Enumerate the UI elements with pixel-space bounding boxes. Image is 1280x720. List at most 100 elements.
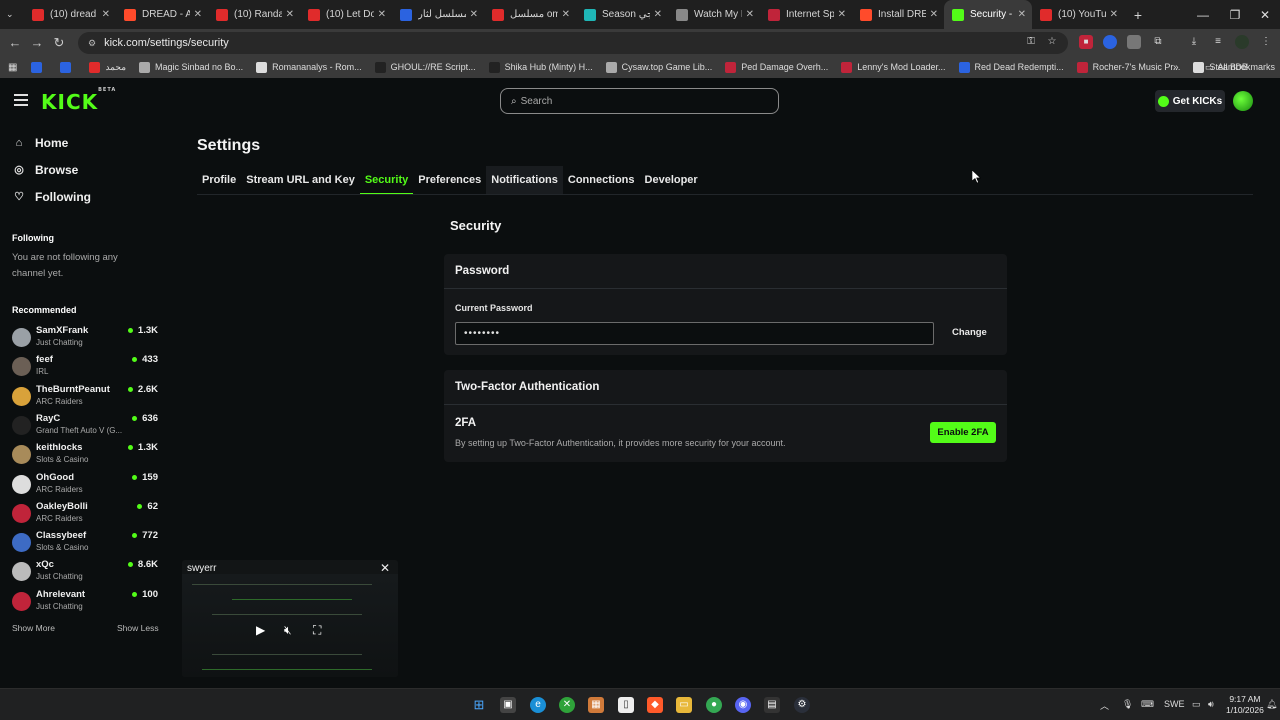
start-icon[interactable]: ⊞: [471, 697, 487, 713]
tab-notifications[interactable]: Notifications: [486, 166, 563, 194]
kick-logo[interactable]: KICKBETA: [41, 87, 116, 114]
language-indicator[interactable]: SWE: [1164, 699, 1185, 709]
site-info-icon[interactable]: ⚙: [88, 38, 96, 49]
close-tab-icon[interactable]: ✕: [1110, 9, 1118, 20]
browser-tab[interactable]: مسلسل لثأر ✕: [392, 0, 484, 29]
play-icon[interactable]: ▶: [256, 623, 265, 637]
steam-icon[interactable]: ⚙: [794, 697, 810, 713]
back-button[interactable]: ←: [4, 35, 26, 50]
search-input[interactable]: [520, 95, 761, 107]
tab-connections[interactable]: Connections: [563, 166, 640, 194]
bookmark-item[interactable]: Cysaw.top Game Lib...: [605, 61, 712, 73]
recommended-channel[interactable]: xQc Just Chatting 8.6K: [0, 557, 170, 586]
discord-icon[interactable]: ◉: [735, 697, 751, 713]
sidebar-item-following[interactable]: ♡ Following: [0, 183, 170, 210]
edge-icon[interactable]: e: [530, 697, 546, 713]
profile-avatar-icon[interactable]: [1235, 35, 1249, 49]
close-window-button[interactable]: ✕: [1248, 0, 1280, 29]
recommended-channel[interactable]: OakleyBolli ARC Raiders 62: [0, 499, 170, 528]
fullscreen-icon[interactable]: ⛶: [313, 623, 321, 638]
extensions-puzzle-icon[interactable]: ⧉: [1151, 35, 1165, 49]
bookmark-item[interactable]: محمد: [89, 61, 126, 73]
close-tab-icon[interactable]: ✕: [194, 9, 202, 20]
clock[interactable]: 9:17 AM 1/10/2026: [1226, 694, 1264, 716]
browser-tab[interactable]: (10) dread re ✕: [24, 0, 116, 29]
menu-hamburger-icon[interactable]: [14, 94, 28, 106]
chrome-icon[interactable]: ●: [706, 697, 722, 713]
recommended-channel[interactable]: keithlocks Slots & Casino 1.3K: [0, 440, 170, 469]
recommended-channel[interactable]: TheBurntPeanut ARC Raiders 2.6K: [0, 382, 170, 411]
minimize-button[interactable]: —: [1186, 0, 1220, 29]
bookmark-item[interactable]: Lenny's Mod Loader...: [841, 61, 946, 73]
close-icon[interactable]: ✕: [380, 561, 390, 575]
recommended-channel[interactable]: RayC Grand Theft Auto V (G... 636: [0, 411, 170, 440]
media-control-icon[interactable]: ≡: [1211, 35, 1225, 49]
search-box[interactable]: ⌕: [500, 88, 779, 114]
close-tab-icon[interactable]: ✕: [562, 9, 570, 20]
tab-preferences[interactable]: Preferences: [413, 166, 486, 194]
extension-gray-icon[interactable]: [1127, 35, 1141, 49]
browser-tab[interactable]: Season الجي ✕: [576, 0, 668, 29]
reload-button[interactable]: ↻: [48, 35, 70, 51]
show-less-button[interactable]: Show Less: [117, 623, 159, 633]
mute-icon[interactable]: 🔇︎: [284, 623, 292, 638]
get-kicks-button[interactable]: Get KICKs: [1155, 90, 1225, 112]
browser-tab[interactable]: مسلسل om ✕: [484, 0, 576, 29]
forward-button[interactable]: →: [26, 35, 48, 50]
browser-tab[interactable]: (10) Randar ✕: [208, 0, 300, 29]
close-tab-icon[interactable]: ✕: [838, 9, 846, 20]
recommended-channel[interactable]: SamXFrank Just Chatting 1.3K: [0, 323, 170, 352]
browser-tab[interactable]: (10) YouTub ✕: [1032, 0, 1124, 29]
enable-2fa-button[interactable]: Enable 2FA: [930, 422, 996, 443]
close-tab-icon[interactable]: ✕: [378, 9, 386, 20]
bookmark-item[interactable]: [60, 61, 76, 73]
close-tab-icon[interactable]: ✕: [102, 9, 110, 20]
new-tab-button[interactable]: +: [1124, 0, 1150, 29]
sidebar-item-browse[interactable]: ◎ Browse: [0, 156, 170, 183]
maximize-button[interactable]: ❐: [1218, 0, 1252, 29]
bookmark-item[interactable]: Ped Damage Overh...: [725, 61, 828, 73]
file-icon[interactable]: ▯: [618, 697, 634, 713]
store-icon[interactable]: ▣: [500, 697, 516, 713]
tab-stream-url-and-key[interactable]: Stream URL and Key: [241, 166, 360, 194]
volume-icon[interactable]: 🔊︎: [1208, 699, 1214, 710]
current-password-field[interactable]: ••••••••: [455, 322, 934, 345]
recommended-channel[interactable]: Classybeef Slots & Casino 772: [0, 528, 170, 557]
tray-chevron-icon[interactable]: ︿: [1100, 699, 1109, 712]
terminal-icon[interactable]: ▤: [764, 697, 780, 713]
mini-player[interactable]: swyerr ✕ ▶ 🔇︎ ⛶: [182, 560, 398, 677]
tab-security[interactable]: Security: [359, 166, 414, 195]
show-more-button[interactable]: Show More: [12, 623, 55, 633]
recommended-channel[interactable]: OhGood ARC Raiders 159: [0, 470, 170, 499]
recommended-channel[interactable]: Ahrelevant Just Chatting 100: [0, 587, 170, 616]
recommended-channel[interactable]: feef IRL 433: [0, 352, 170, 381]
bookmark-item[interactable]: Red Dead Redempti...: [958, 61, 1064, 73]
bookmark-star-icon[interactable]: ☆: [1045, 35, 1059, 49]
browser-tab[interactable]: Install DREA ✕: [852, 0, 944, 29]
sidebar-item-home[interactable]: ⌂ Home: [0, 129, 170, 156]
network-icon[interactable]: ▭: [1192, 699, 1201, 710]
tab-developer[interactable]: Developer: [640, 166, 703, 194]
bookmark-item[interactable]: Shika Hub (Minty) H...: [488, 61, 593, 73]
bookmarks-overflow-icon[interactable]: »: [1173, 62, 1179, 73]
user-avatar[interactable]: [1233, 91, 1253, 111]
tab-profile[interactable]: Profile: [197, 166, 241, 194]
browser-tab[interactable]: Internet Spe ✕: [760, 0, 852, 29]
bookmark-item[interactable]: Magic Sinbad no Bo...: [139, 61, 243, 73]
notification-bell-icon[interactable]: 🔔︎: [1266, 699, 1277, 710]
folder-icon[interactable]: ▭: [676, 697, 692, 713]
bookmark-item[interactable]: Rocher-7's Music Pr...: [1076, 61, 1180, 73]
browser-tab[interactable]: DREAD - A I ✕: [116, 0, 208, 29]
extension-blue-icon[interactable]: [1103, 35, 1117, 49]
close-tab-icon[interactable]: ✕: [286, 9, 294, 20]
browser-tab[interactable]: Watch My H ✕: [668, 0, 760, 29]
password-key-icon[interactable]: ⚿: [1024, 35, 1038, 49]
close-tab-icon[interactable]: ✕: [746, 9, 754, 20]
brave-icon[interactable]: ◆: [647, 697, 663, 713]
keyboard-icon[interactable]: ⌨: [1141, 699, 1154, 710]
all-bookmarks-button[interactable]: ▭ All Bookmarks: [1205, 62, 1275, 73]
tab-list-button[interactable]: ⌄: [0, 0, 24, 29]
browser-tab[interactable]: Security - Ki ✕: [944, 0, 1032, 29]
address-bar[interactable]: ⚙ kick.com/settings/security: [78, 32, 1068, 54]
close-tab-icon[interactable]: ✕: [654, 9, 662, 20]
